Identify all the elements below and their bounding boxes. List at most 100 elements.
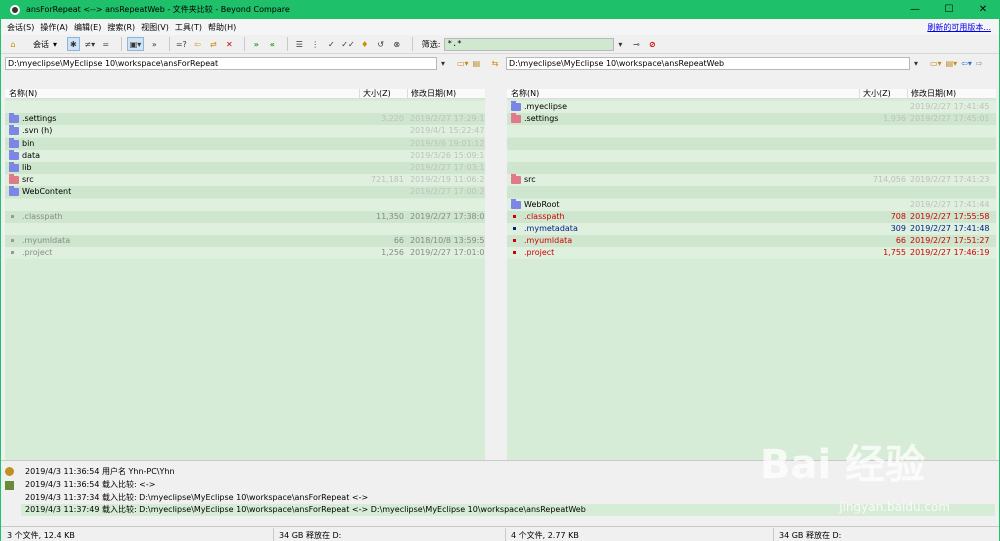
forward-icon[interactable]: ⇨ (976, 59, 983, 68)
copy-left-icon[interactable]: ⇦ (191, 37, 203, 51)
left-col-date[interactable]: 修改日期(M) (411, 89, 456, 99)
right-browse-folder-icon[interactable]: ▭▾ (930, 59, 942, 68)
toolbar-separator (287, 37, 289, 51)
maximize-button[interactable]: ☐ (932, 0, 966, 19)
left-path-input[interactable]: D:\myeclipse\MyEclipse 10\workspace\ansF… (5, 57, 437, 70)
show-all-icon[interactable]: ✱ (67, 37, 80, 51)
update-link[interactable]: 刷新的可用版本... (927, 22, 991, 33)
back-icon[interactable]: ⇦▾ (961, 59, 972, 68)
menu-help[interactable]: 帮助(H) (208, 22, 236, 33)
show-same-icon[interactable]: = (100, 37, 112, 51)
file-date: 2019/2/19 11:06:29 (410, 175, 485, 185)
right-path-dropdown-icon[interactable]: ▾ (910, 57, 922, 71)
table-row[interactable]: .classpath 11,350 2019/2/27 17:38:02 (5, 210, 485, 223)
minimize-button[interactable]: — (898, 0, 932, 19)
table-row[interactable] (507, 125, 996, 138)
table-row[interactable]: .classpath 708 2019/2/27 17:55:58 (507, 210, 996, 223)
folder-structure-icon[interactable]: ▣▾ (126, 37, 145, 51)
log-line: 2019/4/3 11:36:54 用户名 Yhn-PC\Yhn (25, 467, 175, 476)
refresh-icon[interactable]: ♦ (359, 37, 371, 51)
column-separator[interactable] (359, 89, 360, 99)
menu-tools[interactable]: 工具(T) (175, 22, 202, 33)
table-row[interactable] (507, 186, 996, 199)
list-view-icon[interactable]: ☰ (293, 37, 305, 51)
table-row[interactable]: .project 1,256 2019/2/27 17:01:06 (5, 247, 485, 260)
right-col-date[interactable]: 修改日期(M) (911, 89, 956, 99)
table-row[interactable]: src 721,181 2019/2/19 11:06:29 (5, 174, 485, 187)
swap-sides-icon[interactable]: ⇆ (489, 57, 501, 71)
home-icon[interactable]: ⌂ (7, 37, 19, 51)
column-separator[interactable] (907, 89, 908, 99)
table-row[interactable] (5, 198, 485, 211)
close-button[interactable]: ✕ (966, 0, 1000, 19)
menu-actions[interactable]: 操作(A) (40, 22, 68, 33)
right-col-name[interactable]: 名称(N) (511, 89, 539, 99)
right-open-folder-icon[interactable]: ▤▾ (946, 59, 958, 68)
menu-edit[interactable]: 编辑(E) (74, 22, 101, 33)
column-separator[interactable] (407, 89, 408, 99)
table-row[interactable]: .settings 1,936 2019/2/27 17:45:01 (507, 113, 996, 126)
stop-icon[interactable]: ⊗ (391, 37, 403, 51)
filter-input[interactable]: *.* (444, 37, 615, 51)
folder-icon (511, 113, 521, 124)
select-all-icon[interactable]: ✓✓ (341, 37, 354, 51)
filter-clear-icon[interactable]: ⊘ (646, 37, 658, 51)
left-browse-folder-icon[interactable]: ▭▾ (457, 59, 469, 68)
right-pane[interactable]: 名称(N) ⌃ 大小(Z) 修改日期(M) .myeclipse 2019/2/2… (507, 89, 996, 479)
tree-view-icon[interactable]: ⋮ (309, 37, 321, 51)
file-date: 2019/2/27 17:01:06 (410, 248, 485, 258)
show-diffs-icon[interactable]: ≠▾ (84, 37, 96, 51)
sync-icon[interactable]: ↺ (375, 37, 387, 51)
table-row[interactable]: .svn (h) 2019/4/1 15:22:47 (5, 125, 485, 138)
left-column-header: 名称(N) ⌃ 大小(Z) 修改日期(M) (5, 89, 485, 99)
file-date: 2019/2/27 17:03:12 (410, 163, 485, 172)
right-col-size[interactable]: 大小(Z) (863, 89, 891, 99)
table-row[interactable]: .mymetadata 309 2019/2/27 17:41:48 (507, 223, 996, 235)
pane-divider[interactable] (485, 89, 507, 479)
table-row[interactable]: lib 2019/2/27 17:03:12 (5, 162, 485, 174)
log-info-icon[interactable] (5, 467, 14, 476)
table-row[interactable] (507, 137, 996, 150)
more-icon[interactable]: » (148, 37, 160, 51)
table-row[interactable]: data 2019/3/26 15:09:16 (5, 149, 485, 162)
rules-icon[interactable]: =? (175, 37, 187, 51)
filter-dropdown-icon[interactable]: ▾ (614, 37, 626, 51)
expand-all-icon[interactable]: » (250, 37, 262, 51)
file-date: 2019/2/27 17:00:21 (410, 187, 485, 197)
session-button[interactable]: 会话 ▾ (23, 39, 57, 50)
left-col-size[interactable]: 大小(Z) (363, 89, 391, 99)
right-path-input[interactable]: D:\myeclipse\MyEclipse 10\workspace\ansR… (506, 57, 910, 70)
file-date: 2019/2/27 17:41:45 (910, 102, 990, 111)
table-row[interactable] (507, 149, 996, 162)
collapse-all-icon[interactable]: « (266, 37, 278, 51)
table-row[interactable]: .myeclipse 2019/2/27 17:41:45 (507, 101, 996, 113)
table-row[interactable] (507, 162, 996, 174)
table-row[interactable]: bin 2019/3/6 19:01:12 (5, 137, 485, 150)
table-row[interactable]: WebRoot 2019/2/27 17:41:44 (507, 198, 996, 211)
left-path-dropdown-icon[interactable]: ▾ (437, 57, 449, 71)
filter-apply-icon[interactable]: ⊸ (630, 37, 642, 51)
left-col-name[interactable]: 名称(N) (9, 89, 37, 99)
table-row[interactable]: .settings 3,220 2019/2/27 17:29:11 (5, 113, 485, 126)
table-row[interactable] (5, 101, 485, 113)
file-name: .project (524, 248, 555, 258)
table-row[interactable]: WebContent 2019/2/27 17:00:21 (5, 186, 485, 199)
menu-view[interactable]: 视图(V) (141, 22, 169, 33)
file-date: 2019/2/27 17:41:48 (910, 224, 990, 233)
file-date: 2019/2/27 17:45:01 (910, 114, 990, 124)
table-row[interactable]: .myumldata 66 2019/2/27 17:51:27 (507, 235, 996, 248)
select-icon[interactable]: ✓ (325, 37, 337, 51)
table-row[interactable] (5, 223, 485, 235)
menu-search[interactable]: 搜索(R) (107, 22, 135, 33)
left-pane[interactable]: 名称(N) ⌃ 大小(Z) 修改日期(M) .settings 3,220 2019… (5, 89, 485, 479)
table-row[interactable]: .project 1,755 2019/2/27 17:46:19 (507, 247, 996, 260)
delete-icon[interactable]: ✕ (223, 37, 235, 51)
table-row[interactable]: .myumldata 66 2018/10/8 13:59:58 (5, 235, 485, 248)
menu-session[interactable]: 会话(S) (7, 22, 34, 33)
table-row[interactable]: src 714,056 2019/2/27 17:41:23 (507, 174, 996, 187)
swap-icon[interactable]: ⇄ (207, 37, 219, 51)
column-separator[interactable] (859, 89, 860, 99)
log-save-icon[interactable] (5, 481, 14, 490)
title-bar: ansForRepeat <--> ansRepeatWeb - 文件夹比较 -… (0, 0, 1000, 19)
left-open-folder-icon[interactable]: ▤ (473, 59, 481, 68)
